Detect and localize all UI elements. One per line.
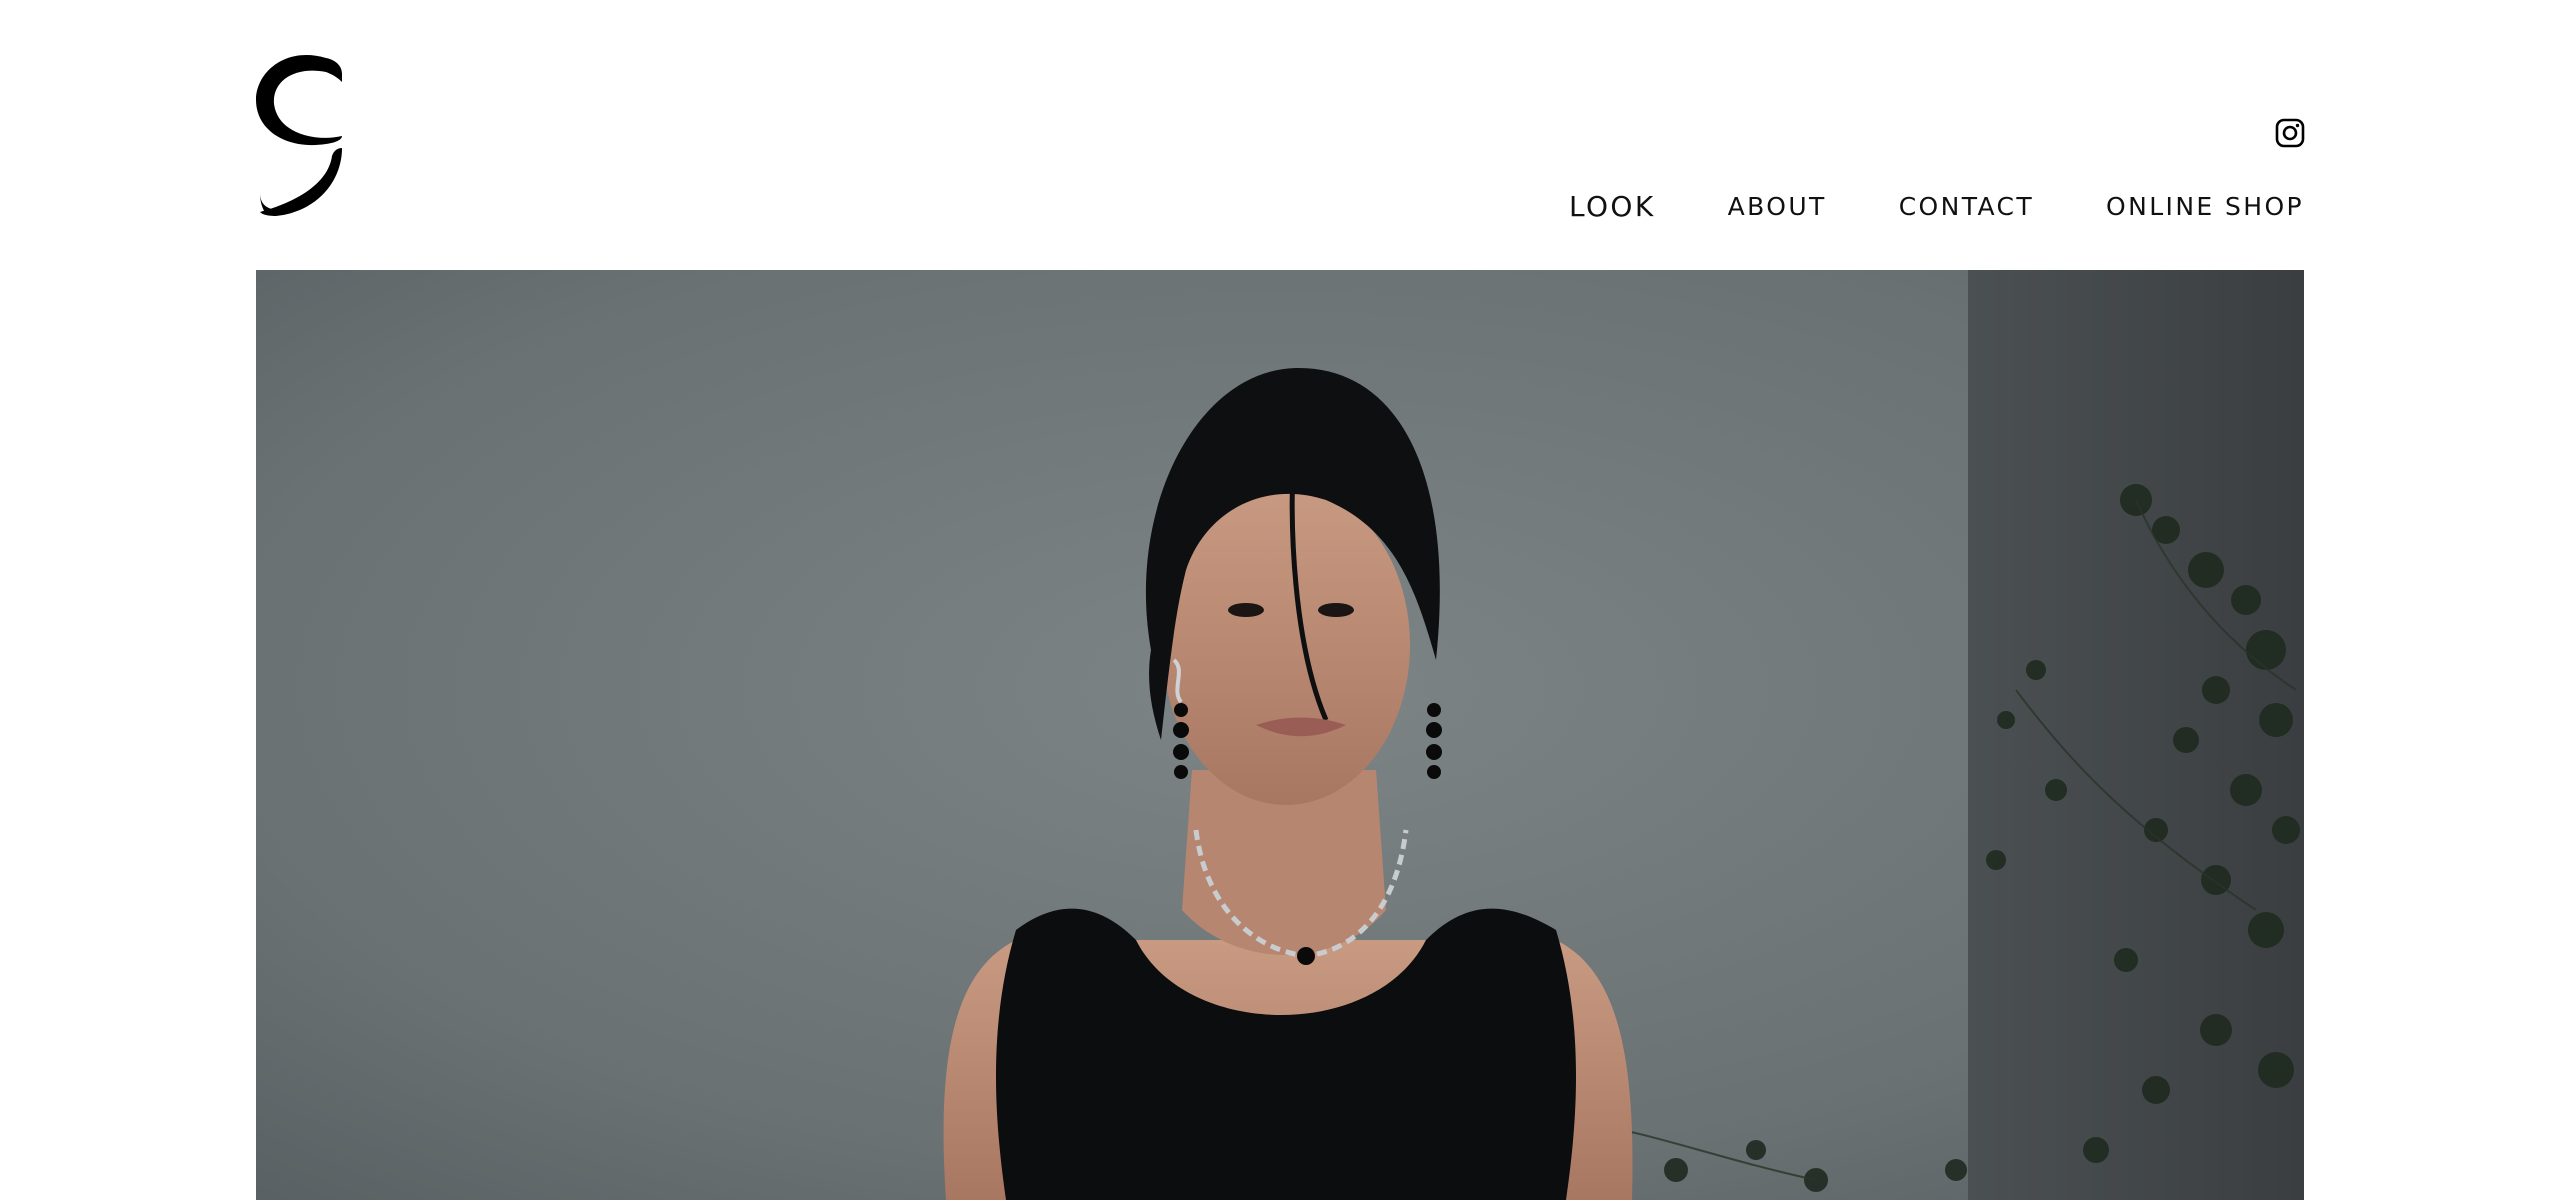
g-logo-icon <box>256 54 342 216</box>
nav-about[interactable]: ABOUT <box>1728 192 1827 221</box>
nav-contact[interactable]: CONTACT <box>1899 192 2034 221</box>
nav-look[interactable]: LOOK <box>1569 190 1656 223</box>
instagram-icon[interactable] <box>2275 118 2305 148</box>
brand-logo[interactable] <box>256 52 342 216</box>
main-nav: LOOK ABOUT CONTACT ONLINE SHOP <box>1569 190 2304 223</box>
nav-online-shop[interactable]: ONLINE SHOP <box>2106 192 2304 221</box>
hero-image <box>256 270 2304 1200</box>
page: LOOK ABOUT CONTACT ONLINE SHOP <box>0 0 2560 1200</box>
